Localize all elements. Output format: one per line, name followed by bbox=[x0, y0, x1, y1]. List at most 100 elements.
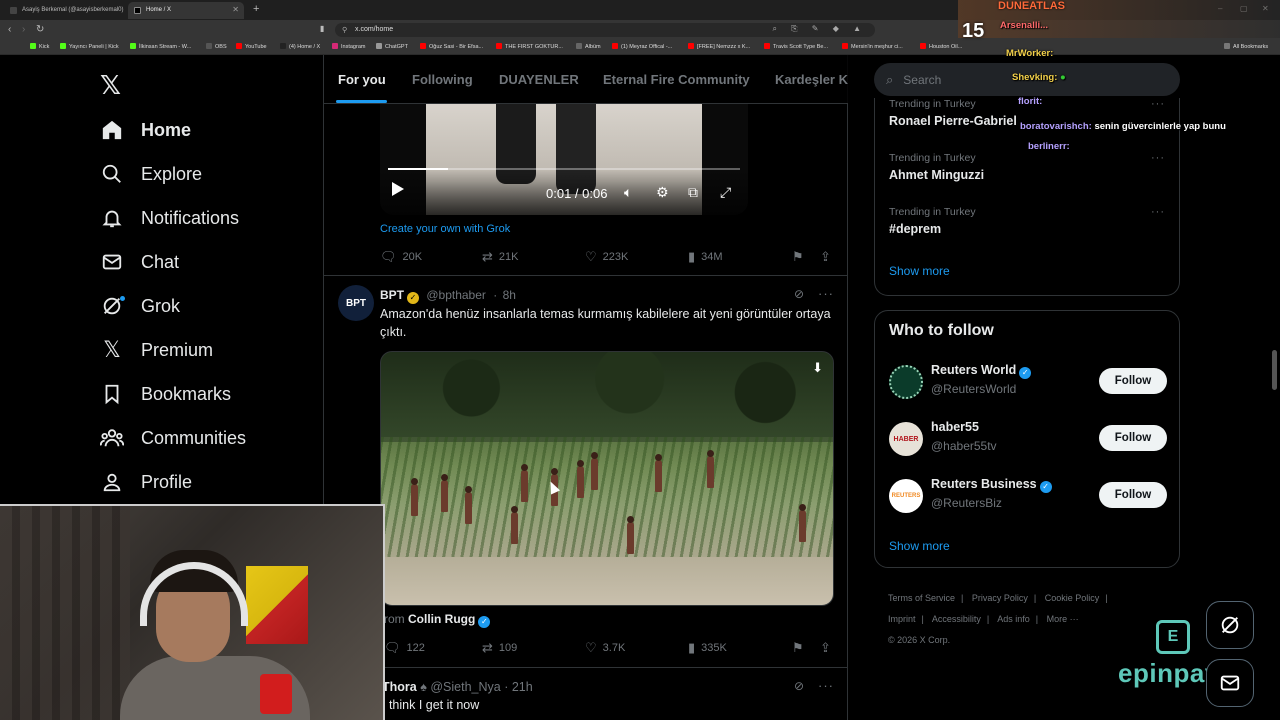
more-options-icon[interactable]: ··· bbox=[1151, 152, 1165, 164]
follow-suggestion[interactable]: REUTERS Reuters Business ✓ @ReutersBiz Fo… bbox=[889, 477, 1167, 517]
nav-item-grok[interactable]: Grok bbox=[100, 291, 180, 321]
bookmark-item[interactable]: THE FIRST GOKTUR... bbox=[496, 43, 563, 50]
bookmark-item[interactable]: İlkinsan Stream - W... bbox=[130, 43, 191, 50]
reply-button[interactable]: 🗨︎ 20K bbox=[380, 249, 422, 265]
grok-explain-icon[interactable]: ⊘ bbox=[794, 679, 804, 693]
browser-tab-home[interactable]: Home / X ✕ bbox=[128, 2, 244, 19]
bookmark-item[interactable]: (1) Meyraz Offical -... bbox=[612, 43, 672, 50]
page-scrollbar[interactable] bbox=[1272, 350, 1277, 390]
follow-suggestion[interactable]: HABER haber55 @haber55tv Follow bbox=[889, 420, 1167, 460]
grok-explain-icon[interactable]: ⊘ bbox=[794, 287, 804, 301]
forward-icon[interactable]: › bbox=[22, 24, 25, 35]
browser-tab-profile[interactable]: Asayiş Berkemal (@asayisberkemal0) bbox=[4, 2, 124, 19]
figure bbox=[577, 460, 584, 498]
bookmark-tweet-button[interactable]: ⚑ bbox=[792, 249, 810, 265]
reload-icon[interactable]: ↻ bbox=[36, 24, 44, 35]
download-icon[interactable]: ⬇ bbox=[812, 360, 823, 376]
show-more-link[interactable]: Show more bbox=[889, 264, 950, 278]
tab-for-you[interactable]: For you bbox=[338, 72, 386, 87]
nav-item-premium[interactable]: 𝕏 Premium bbox=[100, 335, 213, 365]
nav-item-communities[interactable]: Communities bbox=[100, 423, 246, 453]
stream-count-badge: 15 bbox=[962, 20, 985, 42]
author-handle[interactable]: @Sieth_Nya bbox=[430, 680, 500, 694]
footer-link[interactable]: Ads info bbox=[997, 614, 1030, 624]
more-options-icon[interactable]: ··· bbox=[818, 678, 834, 693]
pip-icon[interactable]: ⧉ bbox=[688, 184, 698, 201]
repost-button[interactable]: ⇄ 21K bbox=[482, 249, 518, 265]
site-info-icon[interactable]: ⚲ bbox=[342, 26, 347, 34]
bookmark-item[interactable]: Yayıncı Paneli | Kick bbox=[60, 43, 119, 50]
create-with-grok-link[interactable]: Create your own with Grok bbox=[380, 223, 510, 235]
volume-icon[interactable]: 🔈︎ bbox=[624, 184, 632, 201]
video-player[interactable]: 0:01 / 0:06 🔈︎ ⚙︎ ⧉ ⤢ bbox=[380, 104, 748, 215]
nav-item-bookmarks[interactable]: Bookmarks bbox=[100, 379, 231, 409]
follow-suggestion[interactable]: Reuters World ✓ @ReutersWorld Follow bbox=[889, 363, 1167, 403]
more-options-icon[interactable]: ··· bbox=[1151, 206, 1165, 218]
bookmark-item[interactable]: YouTube bbox=[236, 43, 267, 50]
tweet-time[interactable]: 8h bbox=[503, 288, 516, 302]
messages-float-button[interactable] bbox=[1206, 659, 1254, 707]
play-icon[interactable] bbox=[392, 182, 404, 196]
bookmark-item[interactable]: Travis Scott Type Be... bbox=[764, 43, 828, 50]
footer-link[interactable]: Cookie Policy bbox=[1045, 593, 1100, 603]
author-name[interactable]: Thora bbox=[382, 680, 417, 694]
nav-item-chat[interactable]: Chat bbox=[100, 247, 179, 277]
footer-link[interactable]: Accessibility bbox=[932, 614, 981, 624]
tab-eternal-fire[interactable]: Eternal Fire Community bbox=[603, 72, 750, 87]
reply-button[interactable]: 🗨︎ 122 bbox=[384, 640, 425, 656]
bookmark-item[interactable]: Kick bbox=[30, 43, 49, 50]
tweet-media-image[interactable]: ⬇ bbox=[380, 351, 834, 606]
repost-button[interactable]: ⇄ 109 bbox=[482, 640, 517, 656]
like-button[interactable]: ♡ 223K bbox=[585, 249, 628, 265]
follow-button[interactable]: Follow bbox=[1099, 368, 1167, 394]
bookmark-item[interactable]: Instagram bbox=[332, 43, 365, 50]
share-button[interactable]: ⇪ bbox=[820, 249, 837, 265]
tab-following[interactable]: Following bbox=[412, 72, 473, 87]
all-bookmarks-button[interactable]: All Bookmarks bbox=[1224, 43, 1268, 50]
nav-item-profile[interactable]: Profile bbox=[100, 467, 192, 497]
author-handle[interactable]: @bpthaber bbox=[426, 288, 486, 302]
close-tab-icon[interactable]: ✕ bbox=[232, 5, 239, 14]
more-options-icon[interactable]: ··· bbox=[1151, 98, 1165, 110]
tweet-time[interactable]: 21h bbox=[512, 680, 533, 694]
fullscreen-icon[interactable]: ⤢ bbox=[720, 184, 731, 201]
bookmark-item[interactable]: Houston Oil... bbox=[920, 43, 962, 50]
bookmark-item[interactable]: [FREE] Nemzzz x K... bbox=[688, 43, 750, 50]
footer-more-link[interactable]: More ··· bbox=[1047, 614, 1079, 624]
bookmark-item[interactable]: OBS bbox=[206, 43, 227, 50]
nav-item-explore[interactable]: Explore bbox=[100, 159, 202, 189]
author-name[interactable]: BPT bbox=[380, 288, 404, 302]
follow-button[interactable]: Follow bbox=[1099, 425, 1167, 451]
bookmark-item[interactable]: (4) Home / X bbox=[280, 43, 320, 50]
bookmark-tweet-button[interactable]: ⚑ bbox=[792, 640, 810, 656]
footer-link[interactable]: Imprint bbox=[888, 614, 916, 624]
footer-link[interactable]: Privacy Policy bbox=[972, 593, 1028, 603]
new-tab-button[interactable]: + bbox=[253, 3, 259, 15]
nav-item-notifications[interactable]: Notifications bbox=[100, 203, 239, 233]
settings-icon[interactable]: ⚙︎ bbox=[656, 184, 669, 201]
video-progress-bar[interactable] bbox=[388, 168, 740, 170]
bookmark-item[interactable]: Mersin'in meşhur ci... bbox=[842, 43, 903, 50]
follow-button[interactable]: Follow bbox=[1099, 482, 1167, 508]
bookmark-item[interactable]: Albüm bbox=[576, 43, 601, 50]
nav-item-home[interactable]: Home bbox=[100, 115, 191, 145]
share-button[interactable]: ⇪ bbox=[820, 640, 837, 656]
grok-float-button[interactable] bbox=[1206, 601, 1254, 649]
show-more-link[interactable]: Show more bbox=[889, 539, 950, 553]
bookmark-item[interactable]: ChatGPT bbox=[376, 43, 408, 50]
back-icon[interactable]: ‹ bbox=[8, 24, 11, 35]
x-logo-icon[interactable]: 𝕏 bbox=[100, 70, 121, 101]
bookmark-page-icon[interactable]: ▮ bbox=[320, 24, 324, 33]
tab-kardesler[interactable]: Kardeşler Ki bbox=[775, 72, 848, 87]
more-options-icon[interactable]: ··· bbox=[818, 286, 834, 301]
footer-link[interactable]: Terms of Service bbox=[888, 593, 955, 603]
bookmark-item[interactable]: Oğuz Sasi - Bir Efsa... bbox=[420, 43, 483, 50]
url-tools-icons[interactable]: ⌕ ⎘ ✎ ◆ ▲ bbox=[772, 24, 867, 34]
views-button[interactable]: ▮ 34M bbox=[688, 249, 723, 265]
like-button[interactable]: ♡ 3.7K bbox=[585, 640, 625, 656]
tab-duayenler[interactable]: DUAYENLER bbox=[499, 72, 579, 87]
views-button[interactable]: ▮ 335K bbox=[688, 640, 727, 656]
avatar[interactable]: BPT bbox=[338, 285, 374, 321]
url-input[interactable]: ⚲ x.com/home ⌕ ⎘ ✎ ◆ ▲ bbox=[335, 23, 875, 37]
source-user[interactable]: Collin Rugg bbox=[408, 612, 475, 626]
